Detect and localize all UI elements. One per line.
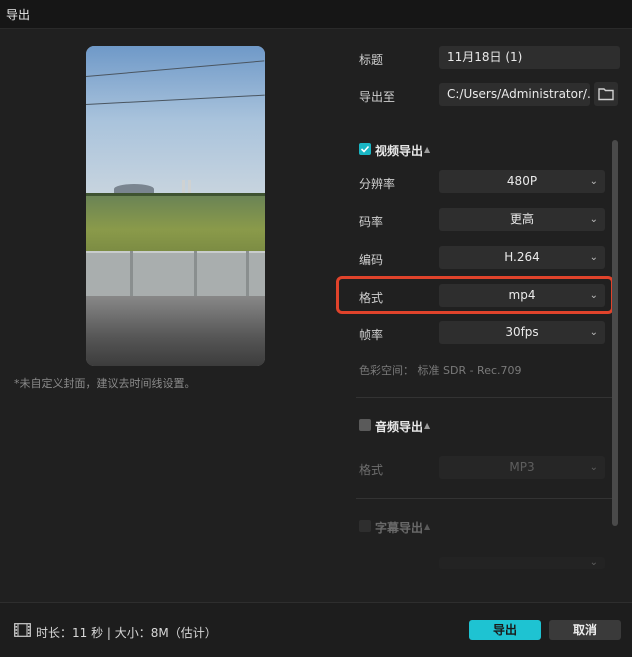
audio-format-value: MP3: [509, 460, 535, 474]
format-value: mp4: [508, 288, 536, 302]
collapse-caret-icon[interactable]: ▲: [424, 522, 430, 531]
codec-label: 编码: [359, 253, 384, 267]
framerate-select[interactable]: 30fps ⌄: [439, 321, 605, 344]
audio-format-select[interactable]: MP3 ⌄: [439, 456, 605, 479]
export-to-label: 导出至: [359, 90, 396, 104]
section-divider: [356, 498, 618, 499]
export-button[interactable]: 导出: [469, 620, 541, 640]
chevron-down-icon: ⌄: [589, 176, 598, 187]
window-title: 导出: [6, 8, 31, 22]
resolution-value: 480P: [506, 174, 538, 188]
codec-value: H.264: [504, 250, 540, 264]
collapse-caret-icon[interactable]: ▲: [424, 145, 430, 154]
preview-road: [86, 295, 265, 366]
subtitle-export-title: 字幕导出: [375, 521, 424, 535]
export-path-input[interactable]: C:/Users/Administrator/...: [439, 83, 590, 106]
video-export-title: 视频导出: [375, 144, 424, 158]
resolution-label: 分辨率: [359, 177, 396, 191]
section-divider: [356, 397, 618, 398]
chevron-down-icon: ⌄: [589, 252, 598, 263]
chevron-down-icon: ⌄: [589, 214, 598, 225]
preview-rail-post: [246, 250, 249, 296]
subtitle-export-checkbox[interactable]: [359, 520, 371, 532]
audio-format-label: 格式: [359, 463, 384, 477]
preview-railing: [86, 250, 265, 298]
video-export-checkbox[interactable]: [359, 143, 371, 155]
preview-rail-post: [130, 250, 133, 296]
codec-select[interactable]: H.264 ⌄: [439, 246, 605, 269]
browse-folder-button[interactable]: [594, 82, 618, 106]
audio-export-checkbox[interactable]: [359, 419, 371, 431]
checkmark-icon: [360, 145, 370, 153]
preview-mountain: [114, 183, 154, 194]
chevron-down-icon: ⌄: [589, 327, 598, 338]
title-label: 标题: [359, 53, 384, 67]
chevron-down-icon: ⌄: [589, 557, 598, 568]
title-bar: 导出: [0, 0, 632, 29]
bitrate-value: 更高: [509, 212, 534, 226]
title-input[interactable]: 11月18日 (1): [439, 46, 620, 69]
framerate-label: 帧率: [359, 328, 384, 342]
cancel-button[interactable]: 取消: [549, 620, 621, 640]
film-icon: [14, 623, 31, 637]
audio-export-title: 音频导出: [375, 420, 424, 434]
cover-note: *未自定义封面，建议去时间线设置。: [14, 377, 196, 390]
bitrate-label: 码率: [359, 215, 384, 229]
video-preview-thumbnail: [86, 46, 265, 366]
chevron-down-icon: ⌄: [589, 290, 598, 301]
settings-scrollbar[interactable]: [612, 140, 618, 526]
preview-rail-post: [194, 250, 197, 296]
folder-icon: [598, 88, 614, 101]
format-select[interactable]: mp4 ⌄: [439, 284, 605, 307]
collapse-caret-icon[interactable]: ▲: [424, 421, 430, 430]
format-label: 格式: [359, 291, 384, 305]
subtitle-format-select[interactable]: ⌄: [439, 557, 605, 569]
export-info-text: 时长：11 秒 | 大小：8M（估计）: [36, 626, 217, 640]
bitrate-select[interactable]: 更高 ⌄: [439, 208, 605, 231]
chevron-down-icon: ⌄: [589, 462, 598, 473]
framerate-value: 30fps: [505, 325, 539, 339]
resolution-select[interactable]: 480P ⌄: [439, 170, 605, 193]
colorspace-text: 色彩空间： 标准 SDR - Rec.709: [359, 364, 522, 377]
